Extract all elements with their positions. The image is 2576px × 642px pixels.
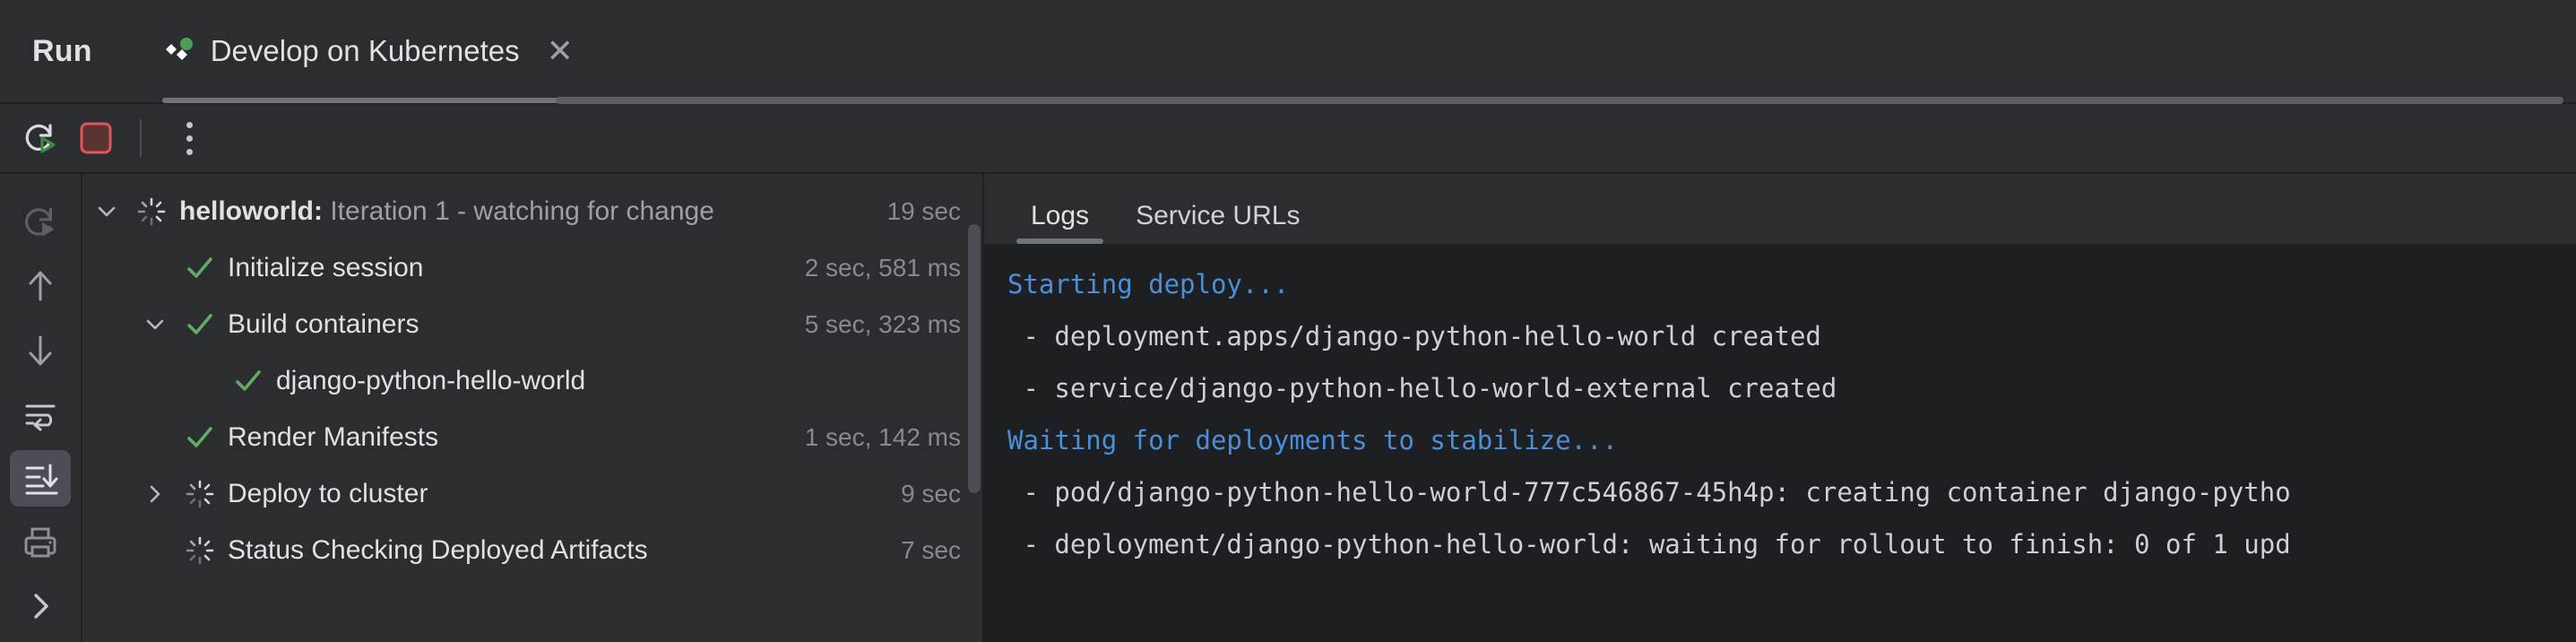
check-icon: [179, 253, 220, 283]
tab-logs[interactable]: Logs: [1007, 201, 1112, 244]
log-tab-bar: Logs Service URLs: [984, 174, 2576, 244]
tree-row[interactable]: django-python-hello-world: [82, 352, 982, 409]
tree-row-label-rest: Initialize session: [228, 253, 423, 282]
chevron-right-icon[interactable]: [131, 481, 179, 508]
log-output[interactable]: Starting deploy... - deployment.apps/dja…: [984, 244, 2576, 642]
tree-row-label-rest: Iteration 1 - watching for change: [323, 196, 714, 226]
tree-row-label: Initialize session: [228, 253, 423, 283]
tree-row-label: helloworld: Iteration 1 - watching for c…: [179, 196, 714, 227]
run-tool-window: Run Develop on Kubernetes ✕: [0, 0, 2576, 642]
rerun-icon: [20, 117, 61, 159]
rail-item-down-the-stack[interactable]: [10, 322, 71, 378]
rail-item-rerun[interactable]: [10, 194, 71, 250]
tree-row-label-rest: Render Manifests: [228, 422, 438, 452]
run-content: helloworld: Iteration 1 - watching for c…: [0, 174, 2576, 642]
tab-title: Develop on Kubernetes: [211, 34, 520, 68]
tab-develop-on-kubernetes[interactable]: Develop on Kubernetes ✕: [162, 0, 593, 103]
stop-button[interactable]: [68, 110, 124, 166]
tree-row-label-rest: django-python-hello-world: [276, 366, 585, 395]
tree-row-label: Render Manifests: [228, 422, 438, 453]
tree-row[interactable]: Deploy to cluster 9 sec: [82, 465, 982, 522]
log-line: - pod/django-python-hello-world-777c5468…: [1007, 466, 2576, 518]
tab-bar: Run Develop on Kubernetes ✕: [0, 0, 2576, 104]
log-line: Waiting for deployments to stabilize...: [1007, 414, 2576, 466]
tree-row-label: Build containers: [228, 309, 419, 340]
log-line: - service/django-python-hello-world-exte…: [1007, 362, 2576, 414]
toolbar-divider: [140, 119, 142, 157]
tab-service-urls-label: Service URLs: [1136, 201, 1300, 230]
tree-vertical-scrollbar[interactable]: [968, 224, 981, 493]
arrow-up-icon: [21, 266, 60, 306]
build-progress-tree: helloworld: Iteration 1 - watching for c…: [82, 174, 984, 642]
tab-logs-underline: [1016, 239, 1103, 244]
spinner-icon: [179, 535, 220, 566]
spinner-icon: [131, 196, 172, 227]
rerun-icon: [19, 201, 62, 244]
tree-row-label-rest: Status Checking Deployed Artifacts: [228, 535, 648, 565]
rail-item-print[interactable]: [10, 514, 71, 570]
rail-item-up-the-stack[interactable]: [10, 257, 71, 314]
tree-row-label-rest: Deploy to cluster: [228, 479, 428, 508]
rail-item-expand[interactable]: [10, 578, 71, 635]
check-icon: [179, 422, 220, 453]
tree-row[interactable]: Status Checking Deployed Artifacts 7 sec: [82, 522, 982, 578]
tree-row-label: Deploy to cluster: [228, 479, 428, 509]
log-line: - deployment/django-python-hello-world: …: [1007, 518, 2576, 570]
rail-item-scroll-to-end[interactable]: [10, 450, 71, 507]
tree-row-duration: 19 sec: [864, 197, 962, 226]
more-vertical-icon[interactable]: [161, 110, 217, 166]
tree-row-duration: 1 sec, 142 ms: [782, 423, 961, 452]
rail-item-soft-wrap[interactable]: [10, 386, 71, 442]
check-icon: [179, 309, 220, 340]
tab-horizontal-scrollbar[interactable]: [556, 97, 2563, 104]
scroll-to-end-icon: [20, 457, 61, 499]
chevron-down-icon[interactable]: [131, 311, 179, 338]
tree-row-duration: 5 sec, 323 ms: [782, 310, 961, 339]
run-toolbar: [0, 104, 2576, 174]
arrow-down-icon: [21, 331, 60, 370]
spinner-icon: [179, 479, 220, 509]
tab-service-urls[interactable]: Service URLs: [1112, 201, 1323, 244]
tree-row[interactable]: Build containers 5 sec, 323 ms: [82, 296, 982, 352]
tree-row-duration: 7 sec: [877, 536, 961, 565]
chevron-down-icon[interactable]: [82, 198, 131, 225]
tree-row[interactable]: Render Manifests 1 sec, 142 ms: [82, 409, 982, 465]
stop-icon: [78, 120, 114, 156]
log-line: - deployment.apps/django-python-hello-wo…: [1007, 310, 2576, 362]
check-icon: [228, 366, 269, 396]
chevron-right-icon: [21, 586, 60, 626]
soft-wrap-icon: [20, 394, 61, 435]
tree-row-label: Status Checking Deployed Artifacts: [228, 535, 648, 566]
rerun-button[interactable]: [13, 110, 68, 166]
tree-row-duration: 2 sec, 581 ms: [782, 254, 961, 282]
tree-row[interactable]: Initialize session 2 sec, 581 ms: [82, 239, 982, 296]
print-icon: [20, 522, 61, 563]
tree-row-label-rest: Build containers: [228, 309, 419, 339]
close-icon[interactable]: ✕: [547, 35, 574, 67]
tree-row[interactable]: helloworld: Iteration 1 - watching for c…: [82, 183, 982, 239]
tool-window-title: Run: [32, 34, 92, 69]
tree-row-label: django-python-hello-world: [276, 366, 585, 396]
skaffold-icon: [162, 33, 198, 69]
tab-logs-label: Logs: [1031, 201, 1089, 230]
tree-row-label-bold: helloworld:: [179, 196, 323, 226]
left-icon-rail: [0, 174, 82, 642]
log-line: Starting deploy...: [1007, 258, 2576, 310]
tree-row-duration: 9 sec: [877, 480, 961, 508]
log-panel: Logs Service URLs Starting deploy... - d…: [984, 174, 2576, 642]
